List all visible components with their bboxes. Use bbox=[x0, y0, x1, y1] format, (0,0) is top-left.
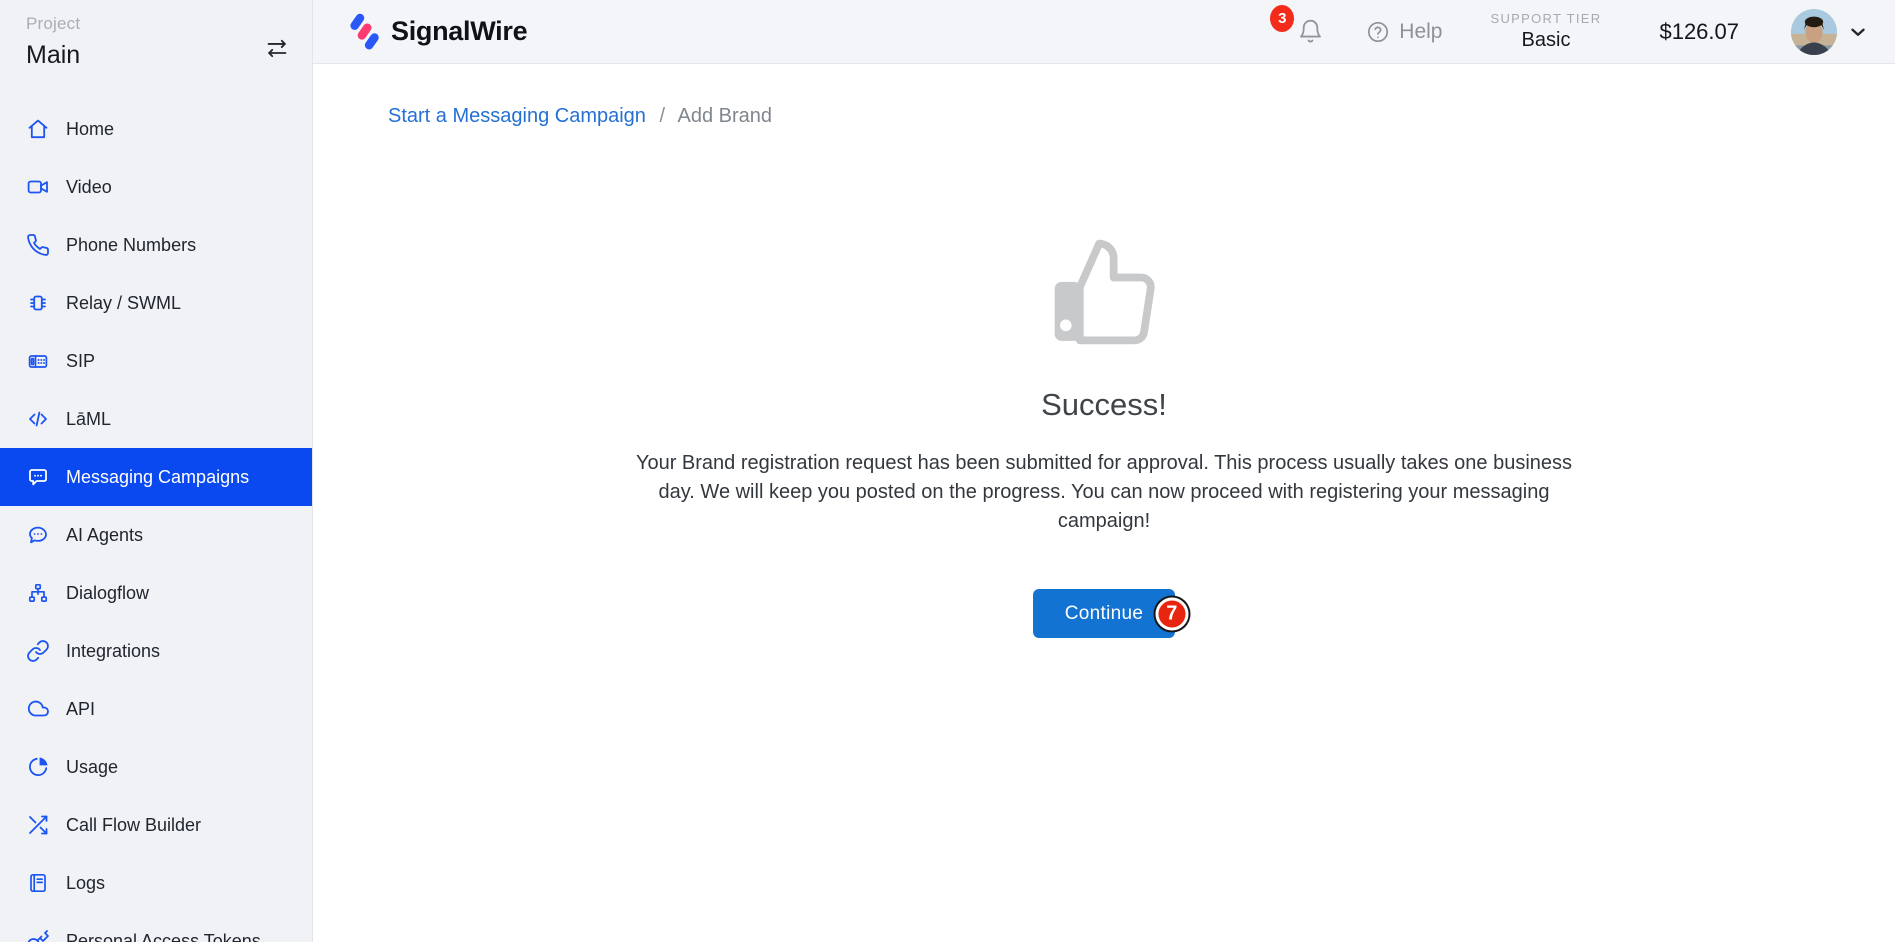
support-tier: SUPPORT TIER Basic bbox=[1491, 11, 1602, 52]
notification-count-badge: 3 bbox=[1270, 5, 1294, 32]
sidebar-item-video[interactable]: Video bbox=[0, 158, 312, 216]
bell-icon bbox=[1297, 18, 1324, 45]
signalwire-logo-mark bbox=[348, 12, 382, 52]
sidebar-item-label: API bbox=[66, 699, 95, 720]
sidebar-item-label: Phone Numbers bbox=[66, 235, 196, 256]
sidebar-item-label: Personal Access Tokens bbox=[66, 931, 261, 942]
sidebar-item-label: Relay / SWML bbox=[66, 293, 181, 314]
project-label: Project bbox=[26, 14, 286, 34]
sidebar-item-dialogflow[interactable]: Dialogflow bbox=[0, 564, 312, 622]
pie-chart-icon bbox=[26, 755, 50, 779]
sidebar-item-api[interactable]: API bbox=[0, 680, 312, 738]
sidebar-item-sip[interactable]: SIP bbox=[0, 332, 312, 390]
breadcrumb: Start a Messaging Campaign / Add Brand bbox=[388, 105, 1895, 128]
sidebar-item-label: Home bbox=[66, 119, 114, 140]
breadcrumb-link-start-campaign[interactable]: Start a Messaging Campaign bbox=[388, 105, 646, 127]
sidebar-item-integrations[interactable]: Integrations bbox=[0, 622, 312, 680]
cloud-icon bbox=[26, 697, 50, 721]
sidebar-item-label: Messaging Campaigns bbox=[66, 467, 249, 488]
sidebar-item-phone-numbers[interactable]: Phone Numbers bbox=[0, 216, 312, 274]
swap-project-icon[interactable] bbox=[264, 36, 290, 60]
project-switcher: Project Main bbox=[0, 0, 312, 70]
sidebar-item-label: Integrations bbox=[66, 641, 160, 662]
sidebar-item-messaging-campaigns[interactable]: Messaging Campaigns bbox=[0, 448, 312, 506]
breadcrumb-separator: / bbox=[659, 105, 665, 127]
phone-icon bbox=[26, 233, 50, 257]
top-bar: SignalWire 3 Help SUPPORT TIER Basic $12… bbox=[313, 0, 1895, 64]
sidebar-item-label: Video bbox=[66, 177, 112, 198]
link-icon bbox=[26, 639, 50, 663]
success-message: Your Brand registration request has been… bbox=[622, 449, 1587, 536]
org-chart-icon bbox=[26, 581, 50, 605]
signalwire-logo[interactable]: SignalWire bbox=[348, 12, 527, 52]
sidebar-item-ai-agents[interactable]: AI Agents bbox=[0, 506, 312, 564]
video-camera-icon bbox=[26, 175, 50, 199]
sidebar-item-personal-access-tokens[interactable]: Personal Access Tokens bbox=[0, 912, 312, 942]
shuffle-icon bbox=[26, 813, 50, 837]
sidebar-item-home[interactable]: Home bbox=[0, 100, 312, 158]
sidebar: Project Main Home Video bbox=[0, 0, 313, 942]
brand-name: SignalWire bbox=[391, 16, 527, 47]
project-name: Main bbox=[26, 41, 286, 70]
sidebar-item-label: Call Flow Builder bbox=[66, 815, 201, 836]
sidebar-item-relay-swml[interactable]: Relay / SWML bbox=[0, 274, 312, 332]
chat-bubble-icon bbox=[26, 465, 50, 489]
sidebar-item-label: LāML bbox=[66, 409, 111, 430]
sidebar-item-logs[interactable]: Logs bbox=[0, 854, 312, 912]
notifications-button[interactable]: 3 bbox=[1297, 18, 1324, 45]
desk-phone-icon bbox=[26, 349, 50, 373]
main-content: Start a Messaging Campaign / Add Brand S… bbox=[313, 64, 1895, 942]
sidebar-nav: Home Video Phone Numbers Relay / SWML bbox=[0, 100, 312, 942]
code-icon bbox=[26, 407, 50, 431]
ai-chat-icon bbox=[26, 523, 50, 547]
sidebar-item-laml[interactable]: LāML bbox=[0, 390, 312, 448]
help-label: Help bbox=[1399, 20, 1442, 44]
help-button[interactable]: Help bbox=[1366, 20, 1442, 44]
key-icon bbox=[26, 929, 50, 942]
sidebar-item-label: SIP bbox=[66, 351, 95, 372]
account-balance[interactable]: $126.07 bbox=[1659, 19, 1739, 45]
thumbs-up-icon bbox=[1046, 234, 1162, 350]
logs-icon bbox=[26, 871, 50, 895]
sidebar-item-label: AI Agents bbox=[66, 525, 143, 546]
avatar[interactable] bbox=[1791, 9, 1837, 55]
sidebar-item-usage[interactable]: Usage bbox=[0, 738, 312, 796]
help-icon bbox=[1366, 20, 1390, 44]
chip-icon bbox=[26, 291, 50, 315]
sidebar-item-label: Logs bbox=[66, 873, 105, 894]
app-window: Project Main Home Video bbox=[0, 0, 1895, 942]
success-title: Success! bbox=[313, 387, 1895, 423]
breadcrumb-current: Add Brand bbox=[678, 105, 773, 127]
annotation-step-badge: 7 bbox=[1155, 597, 1188, 630]
support-tier-label: SUPPORT TIER bbox=[1491, 11, 1602, 26]
sidebar-item-label: Dialogflow bbox=[66, 583, 149, 604]
sidebar-item-call-flow-builder[interactable]: Call Flow Builder bbox=[0, 796, 312, 854]
success-panel: Success! Your Brand registration request… bbox=[313, 234, 1895, 638]
home-icon bbox=[26, 117, 50, 141]
continue-button[interactable]: Continue bbox=[1033, 589, 1175, 638]
support-tier-value: Basic bbox=[1491, 29, 1602, 52]
sidebar-item-label: Usage bbox=[66, 757, 118, 778]
chevron-down-icon[interactable] bbox=[1847, 21, 1869, 43]
